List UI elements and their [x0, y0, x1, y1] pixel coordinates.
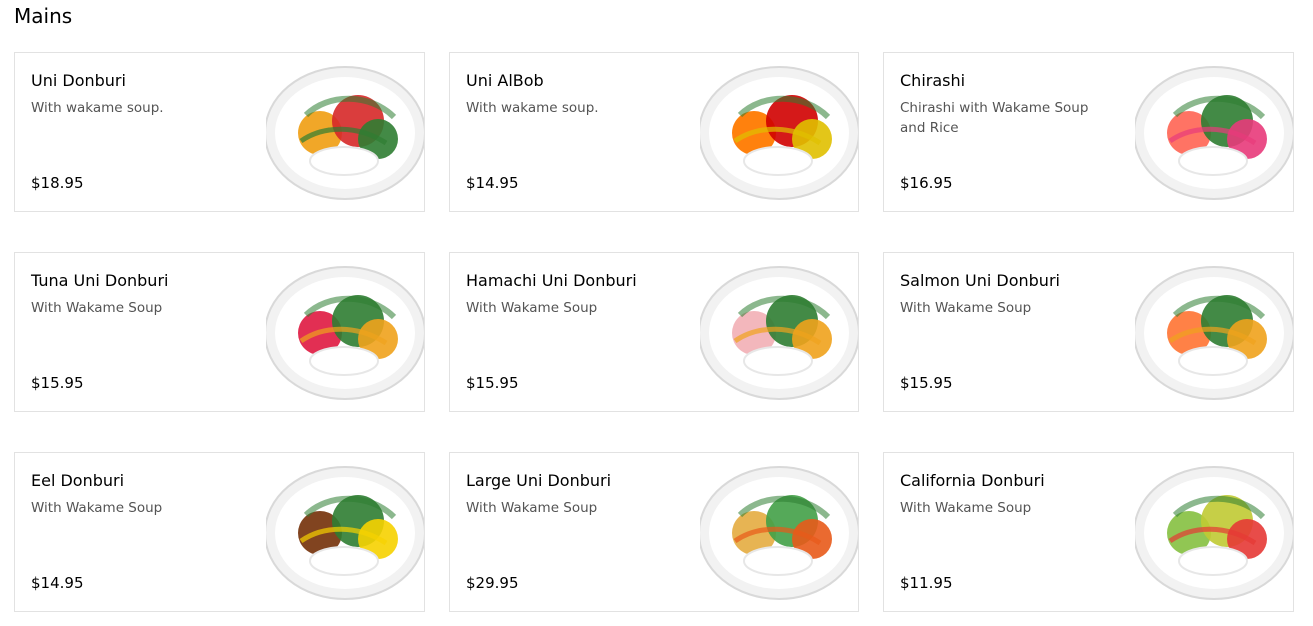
menu-item-card[interactable]: Tuna Uni Donburi With Wakame Soup $15.95 [14, 252, 425, 412]
item-description: With Wakame Soup [900, 300, 1032, 316]
item-name: Uni AlBob [466, 71, 544, 90]
menu-item-card[interactable]: Eel Donburi With Wakame Soup $14.95 [14, 452, 425, 612]
item-price: $14.95 [31, 574, 84, 592]
item-price: $15.95 [31, 374, 84, 392]
item-description: With Wakame Soup [466, 300, 598, 316]
item-name: Uni Donburi [31, 71, 126, 90]
item-name: Large Uni Donburi [466, 471, 612, 490]
uni-albob-bowl-icon [700, 53, 858, 211]
item-price: $14.95 [466, 174, 519, 192]
item-price: $15.95 [900, 374, 953, 392]
item-price: $16.95 [900, 174, 953, 192]
item-price: $29.95 [466, 574, 519, 592]
item-name: Tuna Uni Donburi [31, 271, 169, 290]
item-price: $18.95 [31, 174, 84, 192]
item-price: $11.95 [900, 574, 953, 592]
tuna-uni-donburi-bowl-icon [266, 253, 424, 411]
item-name: Hamachi Uni Donburi [466, 271, 637, 290]
item-price: $15.95 [466, 374, 519, 392]
menu-item-card[interactable]: Uni AlBob With wakame soup. $14.95 [449, 52, 859, 212]
item-description: With wakame soup. [31, 100, 164, 116]
large-uni-donburi-bowl-icon [700, 453, 858, 611]
item-description: With Wakame Soup [31, 500, 163, 516]
item-name: California Donburi [900, 471, 1045, 490]
menu-item-card[interactable]: Large Uni Donburi With Wakame Soup $29.95 [449, 452, 859, 612]
item-name: Salmon Uni Donburi [900, 271, 1060, 290]
item-name: Eel Donburi [31, 471, 125, 490]
menu-item-card[interactable]: California Donburi With Wakame Soup $11.95 [883, 452, 1294, 612]
menu-item-card[interactable]: Hamachi Uni Donburi With Wakame Soup $15.9… [449, 252, 859, 412]
hamachi-uni-donburi-bowl-icon [700, 253, 858, 411]
menu-item-card[interactable]: Salmon Uni Donburi With Wakame Soup $15.95 [883, 252, 1294, 412]
item-description: With wakame soup. [466, 100, 599, 116]
item-name: Chirashi [900, 71, 966, 90]
menu-item-card[interactable]: Uni Donburi With wakame soup. $18.95 [14, 52, 425, 212]
item-description: With Wakame Soup [900, 500, 1032, 516]
menu-item-card[interactable]: Chirashi Chirashi with Wakame Soup and Ri… [883, 52, 1294, 212]
uni-donburi-bowl-icon [266, 53, 424, 211]
eel-donburi-bowl-icon [266, 453, 424, 611]
section-title: Mains [14, 4, 73, 28]
salmon-uni-donburi-bowl-icon [1135, 253, 1293, 411]
item-description: Chirashi with Wakame Soup and Rice [900, 100, 1089, 136]
item-description: With Wakame Soup [466, 500, 598, 516]
california-donburi-bowl-icon [1135, 453, 1293, 611]
menu-grid: Uni Donburi With wakame soup. $18.95 Uni Al… [14, 52, 1294, 612]
item-description: With Wakame Soup [31, 300, 163, 316]
chirashi-bowl-icon [1135, 53, 1293, 211]
